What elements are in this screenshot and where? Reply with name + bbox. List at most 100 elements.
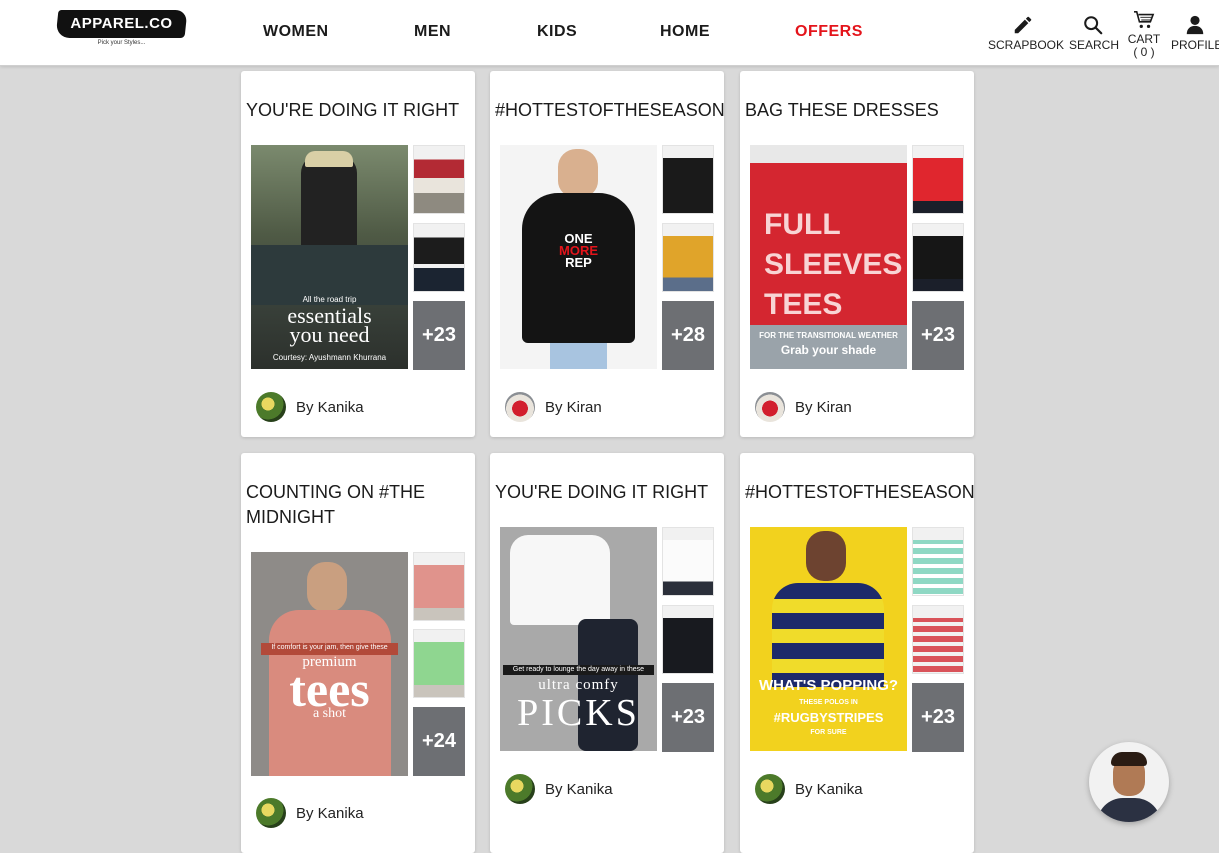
card-author[interactable]: By Kanika [755, 774, 863, 804]
image-caption-large-2: you need [289, 322, 370, 347]
card-title: BAG THESE DRESSES [745, 100, 939, 120]
subline-3: FOR SURE [810, 729, 847, 736]
pencil-icon [1014, 16, 1032, 34]
nav-offers[interactable]: OFFERS [795, 23, 863, 41]
more-items-thumbnail[interactable]: +23 [912, 683, 964, 752]
product-thumbnail[interactable] [413, 629, 465, 698]
model-face [558, 149, 598, 197]
avatar [256, 798, 286, 828]
avatar [505, 392, 535, 422]
product-thumbnail[interactable] [662, 223, 714, 292]
cart-label: CART [1127, 32, 1161, 46]
brand-name: APPAREL.CO [70, 15, 173, 32]
assistant-hair [1111, 752, 1147, 766]
product-thumbnail[interactable] [912, 223, 964, 292]
rugby-polo-shape [772, 583, 884, 687]
site-header: APPAREL.CO Pick your Styles... WOMEN MEN… [0, 0, 1219, 66]
headline: WHAT'S POPPING? [758, 677, 899, 694]
card-title: YOU'RE DOING IT RIGHT [246, 100, 460, 120]
card-author[interactable]: By Kanika [505, 774, 613, 804]
cart-button[interactable]: CART ( 0 ) [1127, 10, 1161, 59]
author-name: By Kiran [795, 398, 852, 416]
more-items-thumbnail[interactable]: +28 [662, 301, 714, 370]
card-author[interactable]: By Kanika [256, 798, 364, 828]
nav-home[interactable]: HOME [660, 23, 710, 41]
caption-small: Get ready to lounge the day away in thes… [512, 666, 645, 673]
product-thumbnail[interactable] [912, 527, 964, 596]
brand-tagline: Pick your Styles... [97, 40, 146, 46]
nav-kids[interactable]: KIDS [537, 23, 577, 41]
card-author[interactable]: By Kiran [755, 392, 852, 422]
subline-1: FOR THE TRANSITIONAL WEATHER [759, 331, 898, 340]
user-icon [1186, 15, 1204, 35]
headline-1: FULL [764, 208, 841, 241]
cart-count: ( 0 ) [1133, 45, 1155, 59]
author-name: By Kanika [545, 780, 613, 798]
nav-women[interactable]: WOMEN [263, 23, 329, 41]
collection-main-image[interactable]: ONE MORE REP [500, 145, 657, 369]
search-icon [1084, 16, 1103, 35]
scrapbook-button[interactable]: SCRAPBOOK [988, 14, 1064, 52]
collection-card[interactable]: #HOTTESTOFTHESEASON ONE MORE REP +28 By … [490, 71, 725, 437]
avatar [755, 392, 785, 422]
more-items-thumbnail[interactable]: +23 [912, 301, 964, 370]
scrapbook-label: SCRAPBOOK [988, 38, 1065, 52]
author-name: By Kanika [296, 804, 364, 822]
profile-label: PROFILE [1171, 38, 1219, 52]
collection-main-image[interactable]: All the road trip essentials you need Co… [251, 145, 408, 369]
more-items-thumbnail[interactable]: +24 [413, 707, 465, 776]
product-thumbnail[interactable] [413, 223, 465, 292]
chat-assistant-button[interactable] [1089, 742, 1169, 822]
hat-shape [305, 151, 353, 167]
nav-men[interactable]: MEN [414, 23, 451, 41]
product-thumbnail[interactable] [662, 527, 714, 596]
card-author[interactable]: By Kiran [505, 392, 602, 422]
image-caption-credit: Courtesy: Ayushmann Khurrana [272, 353, 387, 362]
cart-icon [1134, 11, 1155, 29]
caption-shot: a shot [312, 706, 347, 721]
collection-card[interactable]: #HOTTESTOFTHESEASON WHAT'S POPPING? THES… [740, 453, 975, 853]
product-thumbnail[interactable] [662, 145, 714, 214]
print-text-3: REP [565, 255, 592, 270]
collection-main-image[interactable]: Get ready to lounge the day away in thes… [500, 527, 657, 751]
collection-card[interactable]: YOU'RE DOING IT RIGHT Get ready to loung… [490, 453, 724, 853]
author-name: By Kiran [545, 398, 602, 416]
tee-shape [510, 535, 610, 625]
avatar [256, 392, 286, 422]
product-thumbnail[interactable] [912, 605, 964, 674]
jeans-shape [550, 343, 607, 369]
subline-2: #RUGBYSTRIPES [773, 710, 884, 725]
search-button[interactable]: SEARCH [1069, 14, 1120, 52]
card-title: YOU'RE DOING IT RIGHT [495, 482, 709, 502]
product-thumbnail[interactable] [662, 605, 714, 674]
caption-small: If comfort is your jam, then give these [271, 644, 388, 651]
author-name: By Kanika [795, 780, 863, 798]
more-items-thumbnail[interactable]: +23 [662, 683, 714, 752]
collection-card[interactable]: BAG THESE DRESSES FULL SLEEVES TEES FOR … [740, 71, 974, 437]
author-name: By Kanika [296, 398, 364, 416]
product-thumbnail[interactable] [413, 145, 465, 214]
model-face [307, 562, 347, 612]
model-face [806, 531, 846, 581]
brand-logo[interactable]: APPAREL.CO Pick your Styles... [55, 10, 188, 46]
collection-card[interactable]: COUNTING ON #THE MIDNIGHT If comfort is … [241, 453, 475, 853]
product-thumbnail[interactable] [413, 552, 465, 621]
collection-card[interactable]: YOU'RE DOING IT RIGHT All the road trip … [241, 71, 475, 437]
card-title: #HOTTESTOFTHESEASON [495, 100, 725, 120]
avatar [755, 774, 785, 804]
card-author[interactable]: By Kanika [256, 392, 364, 422]
assistant-shirt [1097, 798, 1161, 822]
collection-main-image[interactable]: If comfort is your jam, then give these … [251, 552, 408, 776]
search-label: SEARCH [1069, 38, 1120, 52]
collection-main-image[interactable]: WHAT'S POPPING? THESE POLOS IN #RUGBYSTR… [750, 527, 907, 751]
product-thumbnail[interactable] [912, 145, 964, 214]
avatar [505, 774, 535, 804]
headline-3: TEES [764, 288, 843, 321]
card-title: #HOTTESTOFTHESEASON [745, 482, 975, 502]
subline-1: THESE POLOS IN [799, 699, 858, 706]
caption-picks: PICKS [517, 692, 640, 734]
card-title: COUNTING ON #THE MIDNIGHT [246, 482, 426, 527]
collection-main-image[interactable]: FULL SLEEVES TEES FOR THE TRANSITIONAL W… [750, 145, 907, 369]
more-items-thumbnail[interactable]: +23 [413, 301, 465, 370]
profile-button[interactable]: PROFILE [1171, 14, 1219, 52]
